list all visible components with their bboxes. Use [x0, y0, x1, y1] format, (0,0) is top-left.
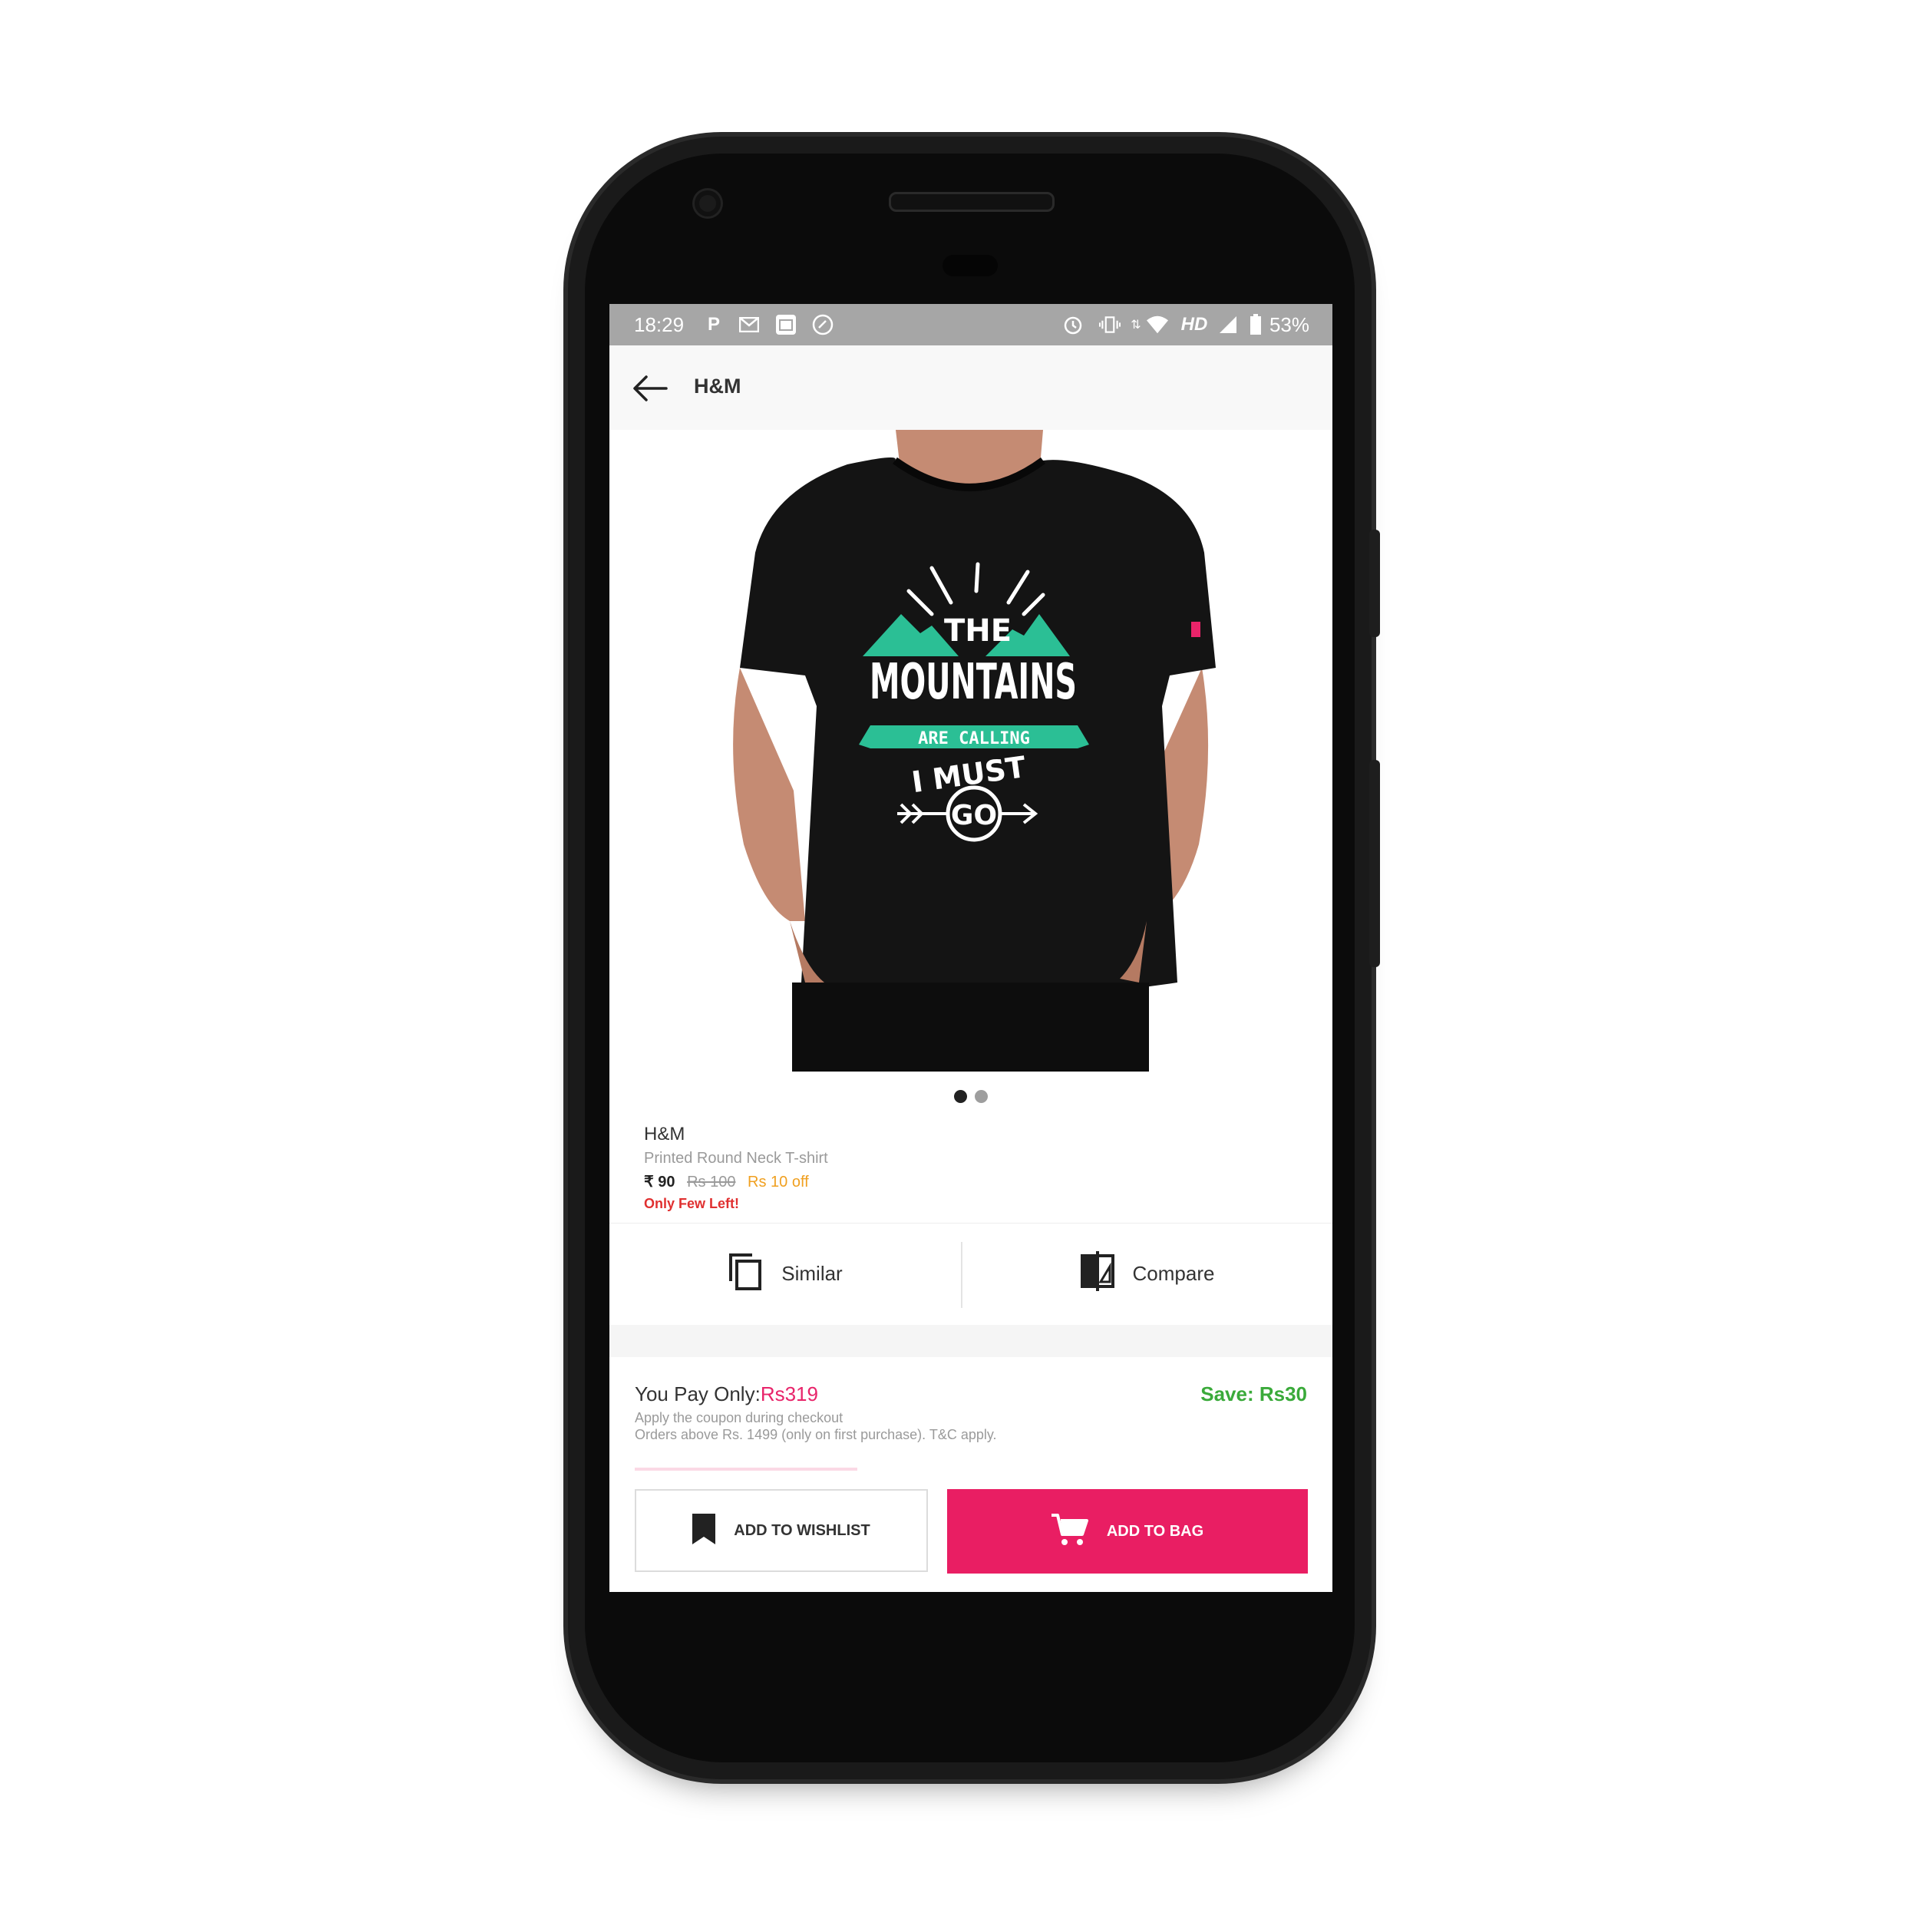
gmail-icon	[738, 314, 760, 335]
image-carousel-dots[interactable]	[609, 1090, 1332, 1105]
alarm-icon	[1062, 314, 1084, 335]
you-pay-label: You Pay Only:	[635, 1382, 761, 1405]
price-current: ₹ 90	[644, 1174, 675, 1191]
price-discount: Rs 10 off	[748, 1174, 809, 1191]
similar-icon	[728, 1252, 763, 1296]
print-word-are-calling: ARE CALLING	[918, 729, 1030, 748]
section-gap	[609, 1325, 1332, 1357]
add-to-bag-button[interactable]: ADD TO BAG	[947, 1489, 1308, 1574]
wifi-icon	[1147, 314, 1168, 335]
battery-icon	[1245, 314, 1266, 335]
carousel-dot-active[interactable]	[954, 1090, 967, 1103]
print-word-go: GO	[951, 800, 997, 831]
network-type-label: HD	[1180, 314, 1208, 335]
battery-percent: 53%	[1269, 313, 1309, 336]
compare-icon	[1080, 1250, 1114, 1296]
app-bar: H&M	[609, 345, 1332, 431]
bag-label: ADD TO BAG	[1106, 1522, 1204, 1540]
compare-label: Compare	[1132, 1261, 1215, 1285]
power-button	[1369, 530, 1380, 637]
page-title: H&M	[694, 375, 741, 398]
product-brand: H&M	[644, 1124, 685, 1144]
compare-button[interactable]: Compare	[962, 1224, 1332, 1323]
similar-label: Similar	[781, 1261, 843, 1285]
proximity-sensor	[943, 255, 998, 276]
cart-icon	[1051, 1513, 1088, 1551]
sync-icon	[812, 314, 834, 335]
carousel-dot[interactable]	[975, 1090, 988, 1103]
terms-note: Orders above Rs. 1499 (only on first pur…	[635, 1427, 997, 1442]
price-mrp: Rs 100	[687, 1174, 736, 1191]
action-row: Similar Compare	[609, 1223, 1332, 1323]
front-camera	[695, 190, 721, 216]
app-screen: 18:29 P ⇅ HD 53% H&M THE MOUNTAINS ARE C…	[609, 304, 1332, 1592]
vibrate-icon	[1099, 314, 1121, 335]
offer-progress-line	[635, 1468, 857, 1471]
calendar-icon	[775, 314, 797, 335]
status-time: 18:29	[634, 313, 685, 336]
signal-icon	[1217, 314, 1239, 335]
action-divider	[961, 1242, 962, 1308]
save-amount: Save: Rs30	[1200, 1382, 1307, 1405]
bookmark-icon	[692, 1513, 716, 1548]
price-row: ₹ 90 Rs 100 Rs 10 off	[644, 1172, 828, 1191]
stock-warning: Only Few Left!	[644, 1196, 740, 1211]
p-app-icon: P	[707, 314, 720, 335]
print-word-the: THE	[944, 613, 1012, 649]
data-arrows-icon: ⇅	[1131, 319, 1141, 332]
back-arrow-icon[interactable]	[631, 373, 669, 404]
earpiece-speaker	[889, 192, 1055, 212]
print-word-mountains: MOUNTAINS	[870, 654, 1077, 711]
wishlist-label: ADD TO WISHLIST	[734, 1521, 870, 1539]
product-name: Printed Round Neck T-shirt	[644, 1150, 828, 1167]
similar-button[interactable]: Similar	[609, 1224, 961, 1323]
tshirt-model-image[interactable]: THE MOUNTAINS ARE CALLING I MUST GO	[609, 430, 1332, 1072]
you-pay-amount: Rs319	[760, 1382, 818, 1405]
offer-section: You Pay Only:Rs319 Save: Rs30 Apply the …	[635, 1382, 1307, 1443]
volume-button	[1369, 760, 1380, 967]
product-info: H&M Printed Round Neck T-shirt ₹ 90 Rs 1…	[644, 1124, 828, 1212]
coupon-note: Apply the coupon during checkout	[635, 1410, 844, 1425]
add-to-wishlist-button[interactable]: ADD TO WISHLIST	[635, 1489, 928, 1572]
status-bar: 18:29 P ⇅ HD 53%	[609, 304, 1332, 345]
